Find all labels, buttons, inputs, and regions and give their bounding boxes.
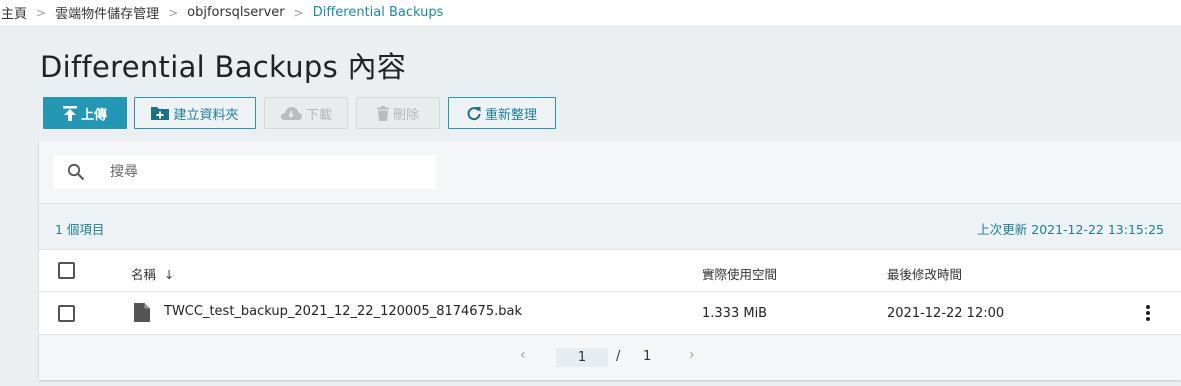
download-button[interactable]: 下載 <box>264 97 348 129</box>
file-name[interactable]: TWCC_test_backup_2021_12_22_120005_81746… <box>164 304 522 319</box>
breadcrumb-storage[interactable]: 雲端物件儲存管理 <box>55 3 159 22</box>
current-page-input[interactable]: 1 <box>556 348 608 367</box>
search-input[interactable] <box>110 155 420 189</box>
trash-icon <box>376 105 389 121</box>
item-count: 1 個項目 <box>55 222 105 237</box>
delete-label: 刪除 <box>392 107 419 123</box>
file-size: 1.333 MiB <box>702 306 768 321</box>
new-folder-button[interactable]: 建立資料夾 <box>134 97 256 129</box>
search-box <box>54 155 436 189</box>
delete-button[interactable]: 刪除 <box>356 97 440 129</box>
new-folder-label: 建立資料夾 <box>173 107 239 123</box>
prev-page-icon[interactable]: ‹ <box>520 347 526 363</box>
breadcrumb-separator: > <box>36 5 47 20</box>
sort-desc-icon: ↓ <box>164 267 175 282</box>
search-icon <box>67 163 85 185</box>
breadcrumb-separator: > <box>168 5 179 20</box>
upload-label: 上傳 <box>80 107 107 123</box>
upload-button[interactable]: 上傳 <box>43 97 127 129</box>
column-name-header[interactable]: 名稱 ↓ <box>131 264 174 283</box>
row-checkbox[interactable] <box>58 305 75 322</box>
total-pages: 1 <box>643 349 652 364</box>
breadcrumb-current: Differential Backups <box>312 5 444 20</box>
page-separator: / <box>616 349 621 364</box>
breadcrumb-bucket[interactable]: objforsqlserver <box>187 5 284 20</box>
table-header: 名稱 ↓ 實際使用空間 最後修改時間 <box>39 250 1181 292</box>
file-modified: 2021-12-22 12:00 <box>887 306 1005 321</box>
page-title: Differential Backups 內容 <box>40 50 407 84</box>
breadcrumb-home[interactable]: 主頁 <box>1 3 27 22</box>
list-meta-bar: 1 個項目 上次更新 2021-12-22 13:15:25 <box>39 203 1181 250</box>
folder-plus-icon <box>151 106 170 120</box>
last-updated: 上次更新 2021-12-22 13:15:25 <box>977 222 1164 237</box>
more-options-icon[interactable] <box>1145 304 1151 326</box>
select-all-checkbox[interactable] <box>58 262 75 279</box>
column-name-label: 名稱 <box>131 267 157 282</box>
refresh-button[interactable]: 重新整理 <box>448 97 556 129</box>
refresh-label: 重新整理 <box>484 107 537 123</box>
refresh-icon <box>467 106 481 121</box>
column-modified-header: 最後修改時間 <box>887 267 963 282</box>
table-row[interactable]: TWCC_test_backup_2021_12_22_120005_81746… <box>39 292 1181 335</box>
pagination: ‹ 1 / 1 › <box>39 335 1181 380</box>
next-page-icon[interactable]: › <box>689 347 695 363</box>
download-label: 下載 <box>305 107 332 123</box>
file-icon <box>134 303 150 326</box>
cloud-download-icon <box>280 106 302 120</box>
column-size-header: 實際使用空間 <box>702 267 778 282</box>
breadcrumb: 主頁 > 雲端物件儲存管理 > objforsqlserver > Differ… <box>0 0 1181 25</box>
upload-icon <box>62 105 77 121</box>
breadcrumb-separator: > <box>293 5 304 20</box>
file-list-panel: 1 個項目 上次更新 2021-12-22 13:15:25 名稱 ↓ 實際使用… <box>39 141 1181 380</box>
